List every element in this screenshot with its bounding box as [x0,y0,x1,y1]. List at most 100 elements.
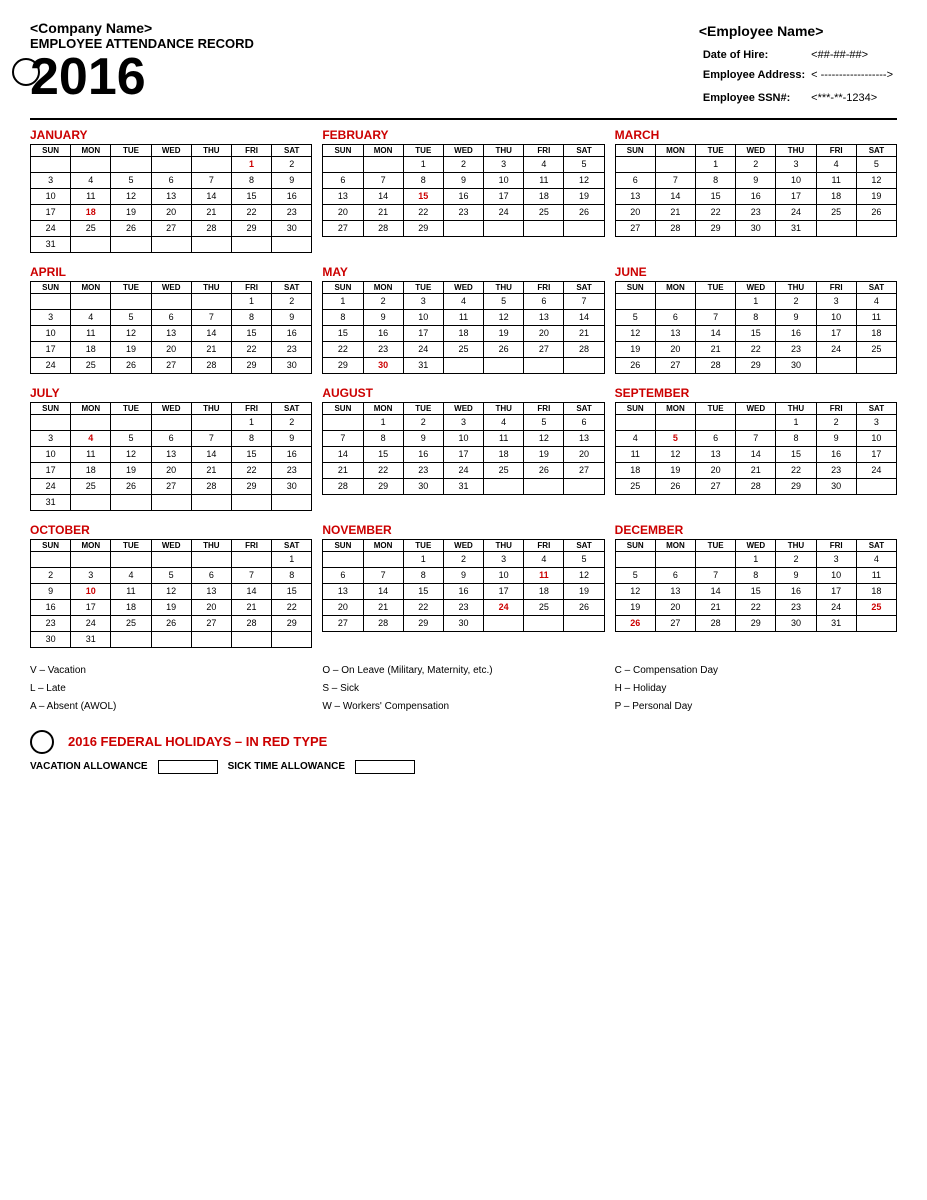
calendars-grid: JANUARYSUNMONTUEWEDTHUFRISAT123456789101… [30,128,897,648]
cal-row: 24252627282930 [31,478,312,494]
cal-cell: 1 [736,551,776,567]
cal-cell: 13 [323,188,363,204]
cal-cell: 31 [776,220,816,236]
cal-cell: 7 [363,172,403,188]
month-name-june: JUNE [615,265,897,279]
year: 2016 [30,51,254,103]
day-header-thu: THU [484,539,524,551]
cal-cell: 5 [111,430,151,446]
legend-col2: O – On Leave (Military, Maternity, etc.)… [322,662,604,716]
cal-cell: 10 [403,309,443,325]
month-block-august: AUGUSTSUNMONTUEWEDTHUFRISAT1234567891011… [322,386,604,511]
cal-cell: 27 [564,462,604,478]
cal-cell [191,414,231,430]
cal-table-july: SUNMONTUEWEDTHUFRISAT1234567891011121314… [30,402,312,511]
cal-cell: 14 [655,188,695,204]
cal-cell: 21 [191,462,231,478]
cal-cell [31,414,71,430]
day-header-sat: SAT [856,402,896,414]
cal-cell: 11 [71,325,111,341]
cal-cell: 4 [111,567,151,583]
day-header-sun: SUN [323,402,363,414]
cal-cell: 21 [696,599,736,615]
cal-cell: 14 [231,583,271,599]
month-name-march: MARCH [615,128,897,142]
day-header-tue: TUE [696,402,736,414]
cal-cell [71,414,111,430]
day-header-sat: SAT [564,402,604,414]
holidays-section: 2016 FEDERAL HOLIDAYS – IN RED TYPE VACA… [30,730,897,774]
cal-cell: 12 [615,583,655,599]
cal-cell: 30 [272,220,312,236]
day-header-fri: FRI [524,281,564,293]
legend-item: O – On Leave (Military, Maternity, etc.) [322,662,604,680]
cal-cell: 19 [564,188,604,204]
cal-cell: 10 [856,430,896,446]
cal-row: 19202122232425 [615,341,896,357]
cal-cell: 18 [524,188,564,204]
day-header-mon: MON [363,539,403,551]
cal-cell: 10 [31,446,71,462]
cal-cell: 6 [323,567,363,583]
cal-cell: 26 [564,599,604,615]
cal-cell [111,236,151,252]
cal-cell: 30 [776,615,816,631]
cal-row: 1234 [615,551,896,567]
cal-row: 15161718192021 [323,325,604,341]
day-header-tue: TUE [403,402,443,414]
cal-cell: 6 [655,567,695,583]
month-block-march: MARCHSUNMONTUEWEDTHUFRISAT12345678910111… [615,128,897,253]
cal-cell: 27 [655,615,695,631]
cal-cell: 1 [363,414,403,430]
cal-cell: 6 [564,414,604,430]
cal-cell: 27 [151,478,191,494]
month-block-february: FEBRUARYSUNMONTUEWEDTHUFRISAT12345678910… [322,128,604,253]
cal-cell: 16 [736,188,776,204]
cal-cell: 1 [403,156,443,172]
cal-cell: 1 [736,293,776,309]
day-header-tue: TUE [111,402,151,414]
cal-row: 1234567 [323,293,604,309]
cal-cell: 7 [696,567,736,583]
day-header-fri: FRI [231,402,271,414]
cal-row: 31 [31,494,312,510]
cal-cell: 14 [363,188,403,204]
cal-cell: 26 [111,478,151,494]
cal-row: 293031 [323,357,604,373]
cal-cell: 28 [696,615,736,631]
cal-cell: 17 [776,188,816,204]
cal-cell: 25 [615,478,655,494]
cal-cell: 5 [524,414,564,430]
cal-cell [151,236,191,252]
cal-cell: 12 [111,325,151,341]
cal-cell: 20 [151,341,191,357]
cal-cell: 7 [696,309,736,325]
legend-item: V – Vacation [30,662,312,680]
cal-cell: 18 [856,325,896,341]
cal-cell: 12 [111,446,151,462]
cal-cell: 3 [443,414,483,430]
day-header-tue: TUE [696,144,736,156]
day-header-fri: FRI [231,281,271,293]
cal-row: 14151617181920 [323,446,604,462]
cal-cell: 26 [615,615,655,631]
cal-cell [71,551,111,567]
day-header-tue: TUE [111,281,151,293]
cal-cell: 16 [443,188,483,204]
cal-cell: 24 [856,462,896,478]
cal-cell: 13 [151,446,191,462]
cal-cell: 28 [736,478,776,494]
cal-cell: 9 [443,172,483,188]
cal-cell: 29 [231,220,271,236]
cal-cell: 25 [443,341,483,357]
cal-cell: 30 [736,220,776,236]
cal-cell: 31 [443,478,483,494]
cal-cell [655,414,695,430]
cal-row: 20212223242526 [323,204,604,220]
cal-cell: 13 [564,430,604,446]
cal-cell: 3 [71,567,111,583]
cal-cell [564,220,604,236]
day-header-thu: THU [191,281,231,293]
cal-cell: 9 [443,567,483,583]
day-header-tue: TUE [403,281,443,293]
